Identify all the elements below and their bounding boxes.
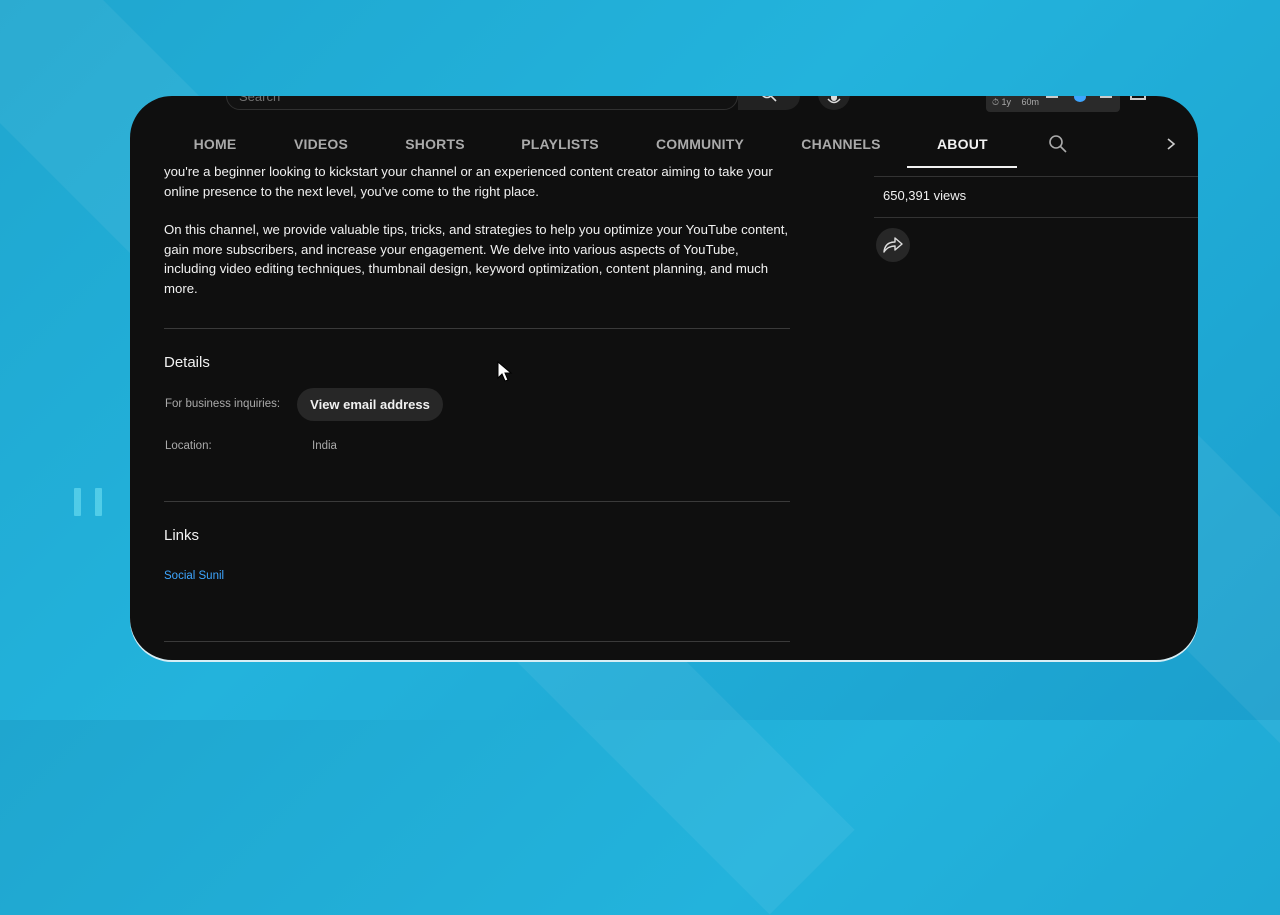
search-input[interactable]: Search <box>226 96 738 110</box>
voice-search-button[interactable] <box>818 96 850 110</box>
window-icon[interactable] <box>1130 96 1146 100</box>
tab-channels[interactable]: CHANNELS <box>796 122 886 168</box>
menu-line-icon <box>1046 96 1058 98</box>
timer-value: ⏱ 1y <box>992 97 1012 107</box>
divider <box>164 328 790 329</box>
view-count: 650,391 views <box>883 188 967 203</box>
links-heading: Links <box>164 527 200 544</box>
masthead: Search ⏱ 1y 60m <box>130 96 1198 112</box>
details-heading: Details <box>164 354 210 371</box>
decorative-bars <box>74 488 102 516</box>
stats-divider <box>874 217 1198 218</box>
extension-timer[interactable]: ⏱ 1y 60m <box>986 96 1120 112</box>
location-label: Location: <box>165 440 212 452</box>
share-button[interactable] <box>876 228 910 262</box>
business-inquiries-label: For business inquiries: <box>165 398 281 410</box>
stats-divider <box>874 176 1198 177</box>
location-value: India <box>312 440 337 452</box>
search-icon[interactable] <box>1048 134 1068 154</box>
youtube-about-window: Search ⏱ 1y 60m HOME VIDEOS SHORTS PLAYL… <box>130 96 1198 660</box>
chevron-right-icon[interactable] <box>1162 134 1180 154</box>
search-icon <box>762 96 777 102</box>
timer-minutes: 60m <box>1021 97 1040 107</box>
divider <box>164 501 790 502</box>
view-email-button[interactable]: View email address <box>297 388 443 421</box>
mouse-cursor-icon <box>497 361 513 382</box>
mic-icon <box>827 96 841 104</box>
divider <box>164 641 790 642</box>
channel-description-2: On this channel, we provide valuable tip… <box>164 222 789 296</box>
menu-line-icon <box>1100 96 1112 98</box>
share-icon <box>883 237 903 253</box>
tab-about[interactable]: ABOUT <box>907 122 1017 168</box>
link-social-sunil[interactable]: Social Sunil <box>164 570 224 582</box>
search-button[interactable] <box>738 96 800 110</box>
channel-description-1: you're a beginner looking to kickstart y… <box>164 164 773 199</box>
